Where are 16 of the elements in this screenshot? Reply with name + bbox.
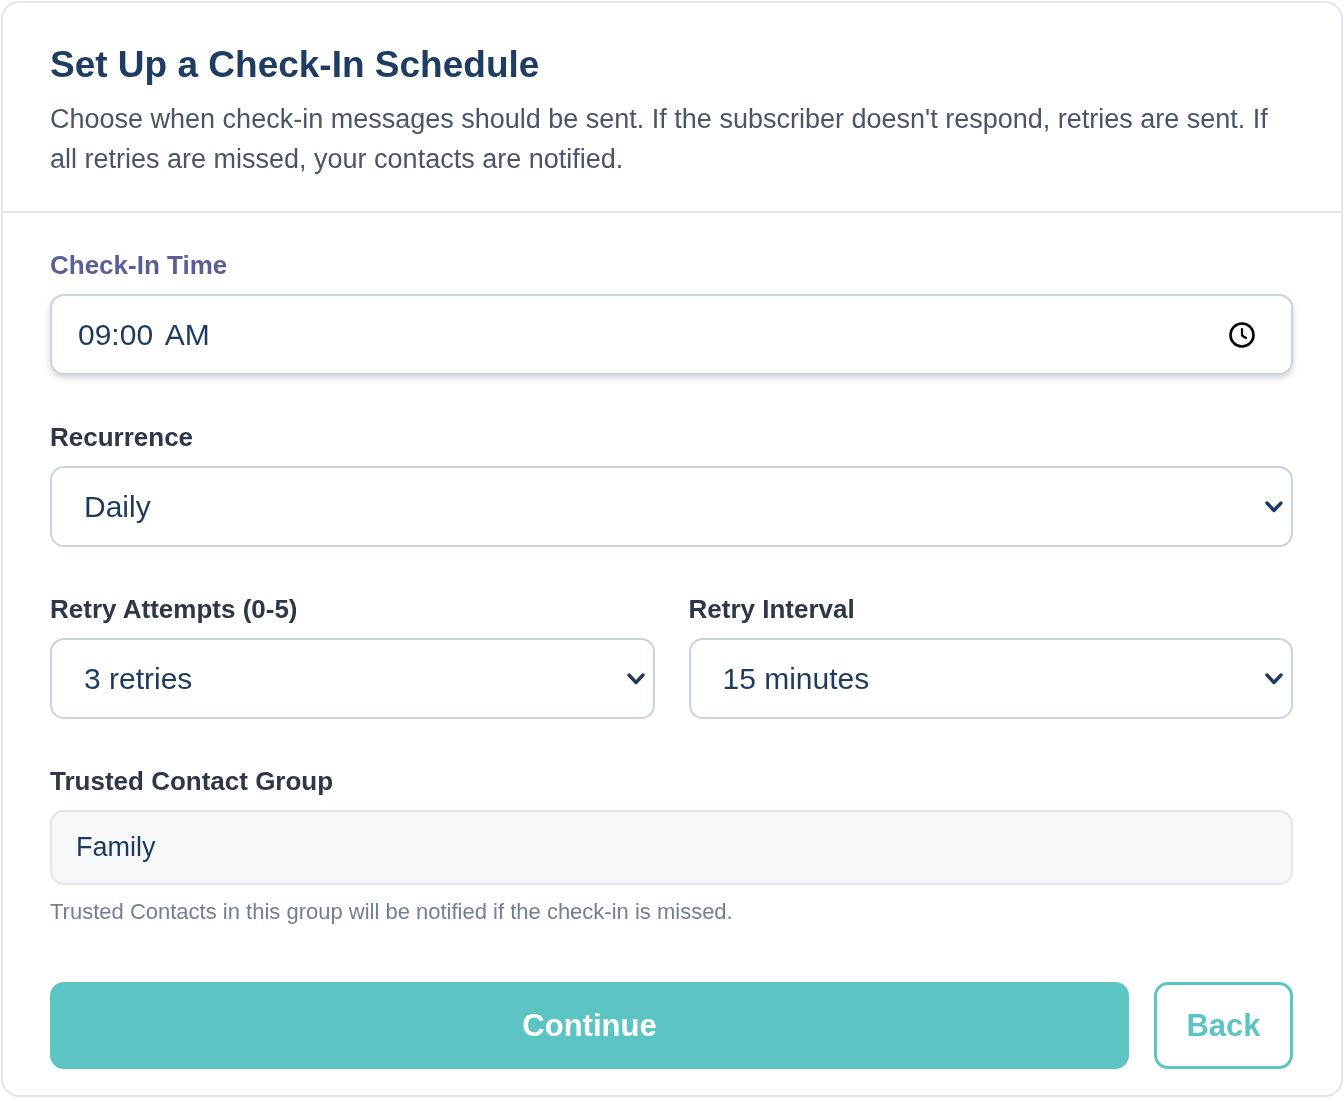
clock-icon[interactable] (1229, 321, 1255, 348)
form-description: Choose when check-in messages should be sent. If the subscriber doesn't respond, retries are sent. If all retries are missed, your contacts are notified. (50, 103, 1269, 176)
dropdown-field[interactable]: Daily (50, 466, 1293, 547)
dropdown-field[interactable]: 15 minutes (688, 638, 1293, 719)
chevron-down-icon (1265, 672, 1283, 685)
form-title: Set Up a Check-In Schedule (50, 43, 540, 87)
time-field[interactable]: 09:00 AM (50, 294, 1293, 375)
chevron-down-icon (1265, 500, 1283, 513)
field-label: Check-In Time (50, 249, 228, 281)
field-label: Trusted Contact Group (50, 765, 334, 797)
field-label: Retry Interval (688, 593, 855, 625)
dropdown-field[interactable]: 3 retries (50, 638, 655, 719)
field-label: Recurrence (50, 421, 194, 453)
helper-text: Trusted Contacts in this group will be notified if the check-in is missed. (50, 898, 733, 926)
chevron-down-icon (626, 672, 645, 685)
field-label: Retry Attempts (0-5) (50, 593, 298, 625)
